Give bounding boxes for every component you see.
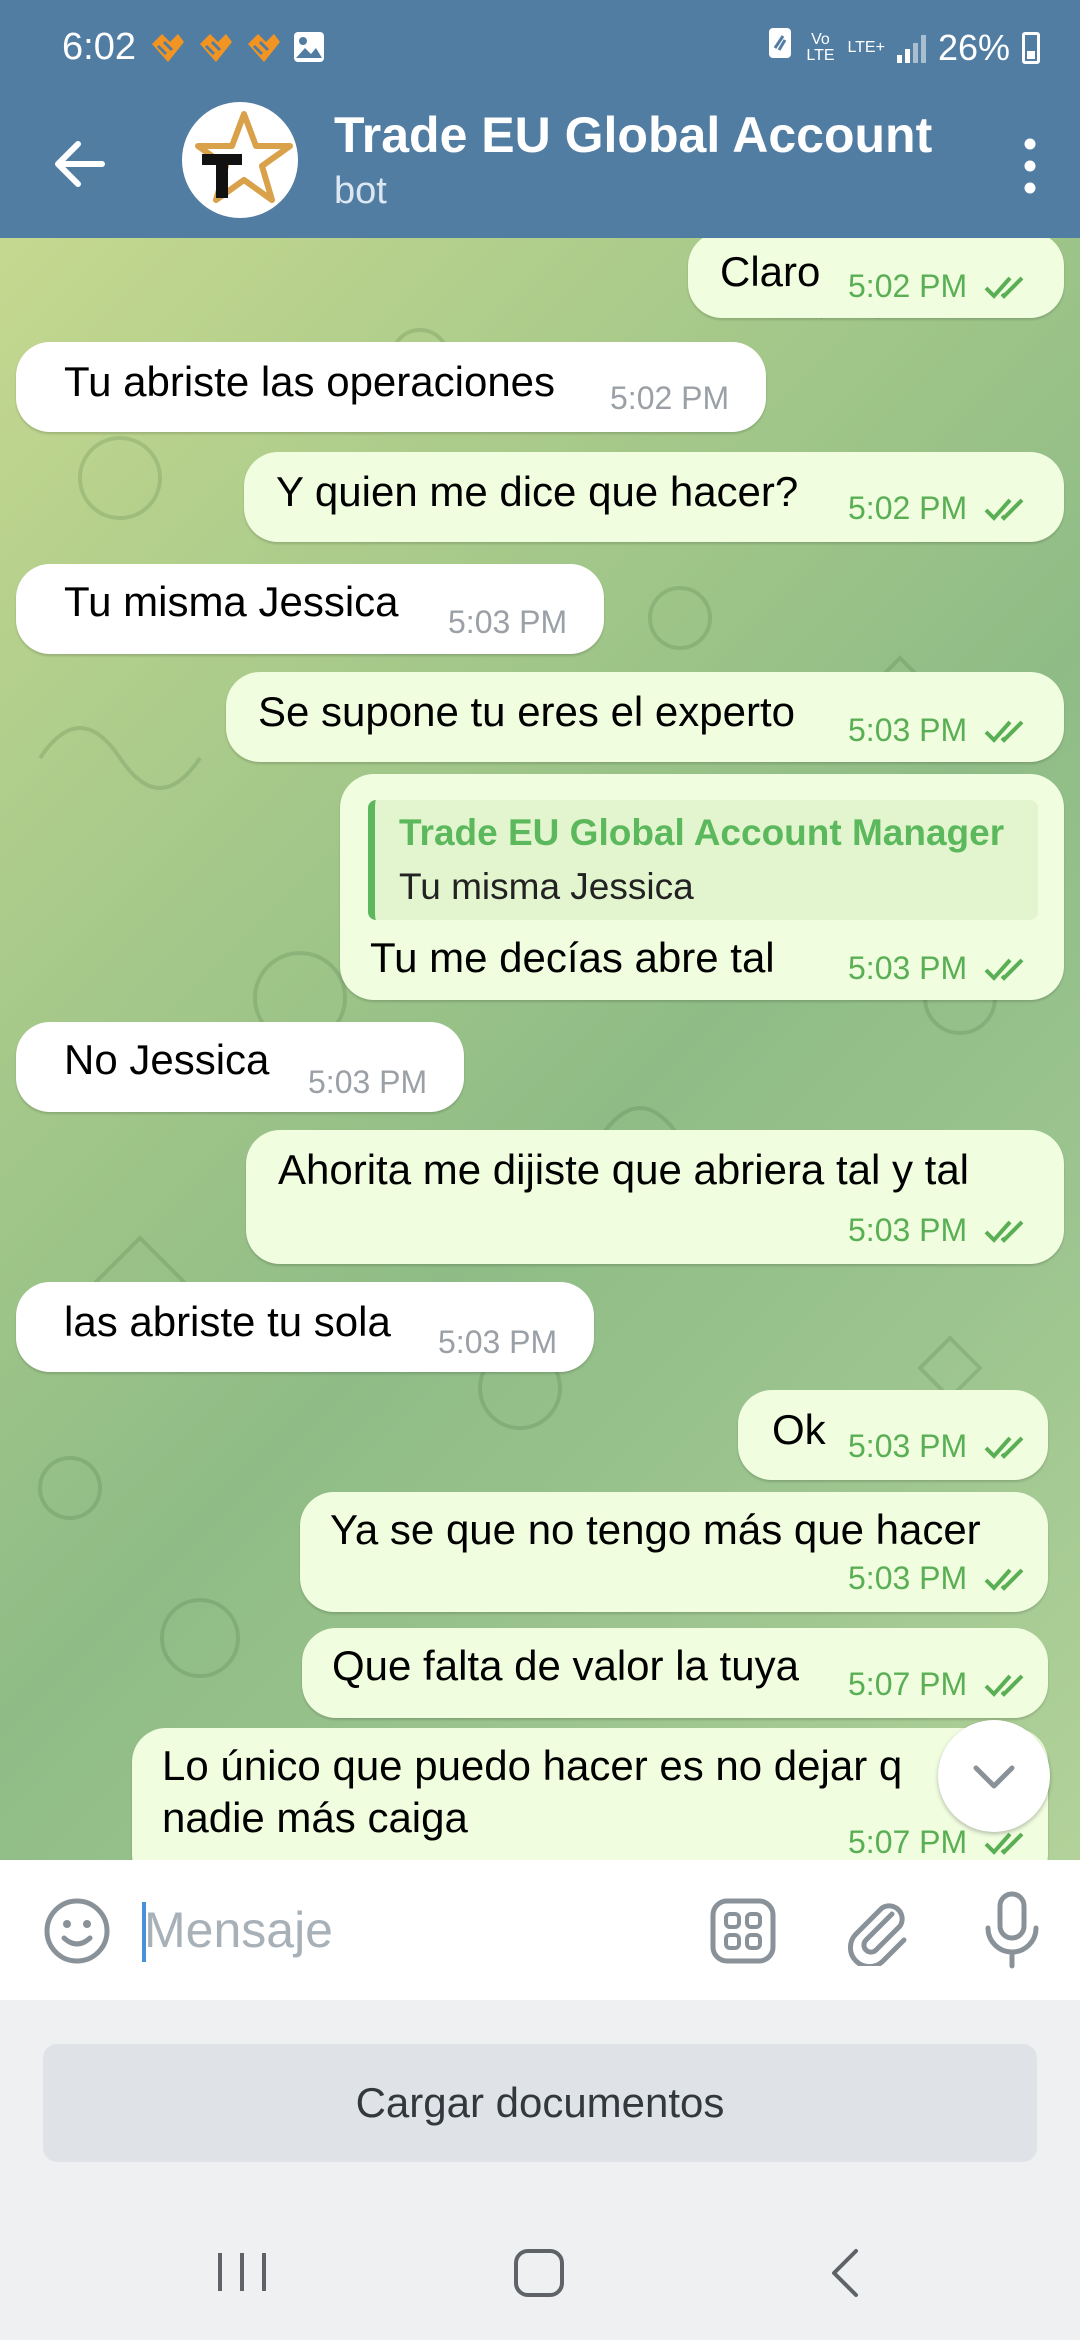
avatar[interactable] [182,102,298,218]
app-notification-icon [148,30,186,68]
system-back-button[interactable] [820,2243,870,2303]
message-bubble-outgoing[interactable]: Ok 5:03 PM [738,1390,1048,1480]
message-time: 5:02 PM [848,268,968,304]
chat-header: Trade EU Global Account Manager bot [0,100,1080,238]
message-text: Tu me decías abre tal [370,934,775,981]
message-text: Que falta de valor la tuya [332,1642,799,1689]
message-bubble-outgoing[interactable]: Y quien me dice que hacer? 5:02 PM [244,452,1064,542]
bot-commands-icon [710,1898,776,1964]
arrow-left-icon [55,141,105,187]
message-text: No Jessica [64,1036,270,1083]
message-bubble-outgoing[interactable]: Ahorita me dijiste que abriera tal y tal… [246,1130,1064,1264]
message-composer [0,1860,1080,2000]
chevron-down-icon [973,1765,1015,1789]
message-time: 5:03 PM [448,604,568,640]
message-bubble-incoming[interactable]: No Jessica 5:03 PM [16,1022,464,1112]
message-text: Ahorita me dijiste que abriera tal y tal [278,1146,970,1193]
double-check-icon [984,958,1024,981]
message-text: Ok [772,1406,826,1453]
nfc-icon [767,26,793,69]
double-check-icon [984,1568,1024,1591]
upload-documents-button[interactable]: Cargar documentos [43,2044,1037,2162]
status-bar: 6:02 Vo LTE LTE+ 26% [0,0,1080,100]
message-text-line1: Lo único que puedo hacer es no dejar q [162,1742,903,1789]
message-bubble-outgoing[interactable]: Lo único que puedo hacer es no dejar q n… [132,1728,1048,1860]
network-indicator: LTE+ [847,38,885,56]
signal-icon [896,33,926,63]
attach-button[interactable] [842,1894,914,1970]
chat-title[interactable]: Trade EU Global Account Manager [334,106,944,164]
paperclip-icon [847,1903,907,1970]
double-check-icon [984,1674,1024,1697]
message-time: 5:03 PM [308,1064,428,1100]
double-check-icon [984,1832,1024,1855]
bot-logo [195,111,293,203]
message-time: 5:02 PM [848,490,968,526]
status-time: 6:02 [62,26,136,68]
recents-button[interactable] [212,2247,272,2297]
message-time: 5:03 PM [848,1560,968,1596]
message-text: Tu abriste las operaciones [64,358,556,405]
top-bar: 6:02 Vo LTE LTE+ 26% Trade EU Global Acc… [0,0,1080,238]
message-text: Y quien me dice que hacer? [276,468,799,515]
message-input[interactable] [144,1890,664,1970]
recents-icon [218,2253,266,2291]
emoji-button[interactable] [42,1896,112,1966]
app-notification-icon [244,30,282,68]
message-text: Se supone tu eres el experto [258,688,796,735]
message-time: 5:03 PM [848,712,968,748]
message-bubble-incoming[interactable]: las abriste tu sola 5:03 PM [16,1282,594,1372]
message-bubble-incoming[interactable]: Tu abriste las operaciones 5:02 PM [16,342,766,432]
message-bubble-outgoing[interactable]: Claro 5:02 PM [688,238,1064,318]
bot-commands-button[interactable] [708,1896,778,1966]
home-button[interactable] [510,2245,570,2301]
message-bubble-outgoing[interactable]: Ya se que no tengo más que hacer 5:03 PM [300,1492,1048,1612]
status-right: Vo LTE LTE+ 26% [767,26,1040,69]
message-bubble-incoming[interactable]: Tu misma Jessica 5:03 PM [16,564,604,654]
double-check-icon [984,498,1024,521]
reply-quote-author: Trade EU Global Account Manager [399,812,1005,853]
message-time: 5:03 PM [848,1428,968,1464]
scroll-to-bottom-button[interactable] [938,1720,1050,1832]
more-vertical-icon [1024,138,1036,194]
system-navigation-bar [0,2205,1080,2340]
message-time: 5:03 PM [438,1324,558,1360]
voice-message-button[interactable] [976,1890,1048,1970]
chat-subtitle: bot [334,170,387,212]
message-bubble-outgoing[interactable]: Se supone tu eres el experto 5:03 PM [226,672,1064,762]
message-time: 5:02 PM [610,380,730,416]
microphone-icon [985,1891,1039,1969]
chevron-left-icon [832,2249,858,2297]
message-time: 5:07 PM [848,1666,968,1702]
message-text: Ya se que no tengo más que hacer [330,1506,981,1553]
volte-indicator: Vo LTE [806,30,835,64]
message-bubble-outgoing-reply[interactable]: Trade EU Global Account Manager Tu misma… [340,774,1064,1000]
message-text-line2: nadie más caiga [162,1794,468,1841]
reply-quote[interactable]: Trade EU Global Account Manager Tu misma… [368,800,1038,920]
chat-area[interactable]: Claro 5:02 PM Tu abriste las operaciones… [0,238,1080,1860]
double-check-icon [984,1220,1024,1243]
battery-percent: 26% [937,26,1010,68]
home-icon [514,2249,564,2297]
notification-icons [148,30,330,68]
menu-button[interactable] [1010,130,1050,202]
double-check-icon [984,1436,1024,1459]
reply-quote-text: Tu misma Jessica [399,866,694,907]
gallery-icon [292,30,330,68]
message-text: Claro [720,248,821,295]
app-notification-icon [196,30,234,68]
message-time: 5:03 PM [848,950,968,986]
battery-icon [1022,31,1040,64]
bot-keyboard-area: Cargar documentos [0,2000,1080,2205]
message-text: las abriste tu sola [64,1298,391,1345]
message-text: Tu misma Jessica [64,578,399,625]
message-bubble-outgoing[interactable]: Que falta de valor la tuya 5:07 PM [302,1628,1048,1718]
message-time: 5:03 PM [848,1212,968,1248]
back-button[interactable] [44,128,116,200]
emoji-icon [44,1898,110,1964]
double-check-icon [984,276,1024,299]
double-check-icon [984,720,1024,743]
